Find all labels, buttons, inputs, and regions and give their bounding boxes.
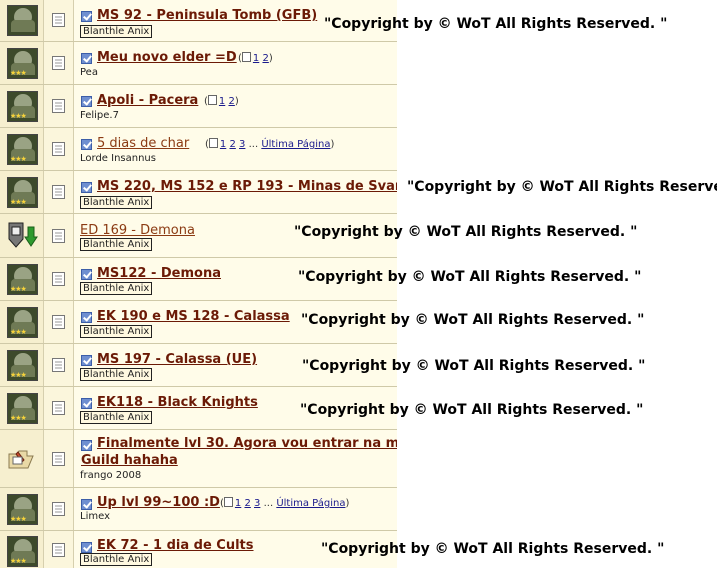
document-icon: [52, 452, 65, 466]
topic-author[interactable]: Felipe.7: [80, 110, 119, 122]
checkbox-icon[interactable]: [81, 355, 92, 366]
checkbox-icon[interactable]: [81, 440, 92, 451]
moved-topic-icon: [8, 222, 38, 248]
avatar-icon: ★★★: [7, 48, 38, 79]
page-links: (1 2): [238, 52, 273, 64]
topic-author[interactable]: Blanthle Anix: [80, 282, 153, 295]
topic-title[interactable]: 5 dias de char: [97, 136, 189, 152]
topic-title[interactable]: EK 72 - 1 dia de Cults: [97, 538, 254, 554]
topic-author[interactable]: Blanthle Anix: [80, 411, 153, 424]
topic-row: Finalmente lvl 30. Agora vou entrar na m…: [0, 430, 397, 488]
avatar-icon: ★★★: [7, 134, 38, 165]
topic-row: ★★★ Up lvl 99~100 :D (1 2 3 ... Última P…: [0, 488, 397, 531]
copyright-watermark: "Copyright by © WoT All Rights Reserved.…: [302, 358, 646, 374]
checkbox-icon[interactable]: [81, 269, 92, 280]
avatar-icon: ★★★: [7, 536, 38, 567]
topic-title[interactable]: MS 92 - Peninsula Tomb (GFB): [97, 8, 317, 24]
document-icon: [52, 229, 65, 243]
topic-author[interactable]: frango 2008: [80, 470, 141, 482]
document-icon: [52, 543, 65, 557]
pages-icon: [207, 95, 217, 105]
avatar-icon: ★★★: [7, 350, 38, 381]
checkbox-icon[interactable]: [81, 398, 92, 409]
page-link[interactable]: 2: [229, 139, 235, 150]
topic-row: ★★★ Apoli - Pacera (1 2) Felipe.7: [0, 85, 397, 128]
topic-author[interactable]: Blanthle Anix: [80, 238, 153, 251]
checkbox-icon[interactable]: [81, 96, 92, 107]
last-page-link[interactable]: Última Página: [276, 498, 345, 509]
avatar-icon: ★★★: [7, 264, 38, 295]
page-link[interactable]: 1: [253, 53, 259, 64]
document-icon: [52, 13, 65, 27]
topic-author[interactable]: Blanthle Anix: [80, 553, 153, 566]
page-link[interactable]: 1: [235, 498, 241, 509]
copyright-watermark: "Copyright by © WoT All Rights Reserved.…: [301, 312, 645, 328]
topic-author[interactable]: Blanthle Anix: [80, 325, 153, 338]
topic-title[interactable]: Apoli - Pacera: [97, 93, 198, 109]
checkbox-icon[interactable]: [81, 53, 92, 64]
copyright-watermark: "Copyright by © WoT All Rights Reserved.…: [294, 224, 638, 240]
topic-author[interactable]: Pea: [80, 67, 98, 79]
avatar-icon: [7, 5, 38, 36]
topic-title[interactable]: MS 220, MS 152 e RP 193 - Minas de Svarg…: [97, 179, 397, 195]
page-link[interactable]: 2: [244, 498, 250, 509]
page-links: (1 2 3 ... Última Página): [220, 497, 350, 509]
pages-icon: [223, 497, 233, 507]
copyright-watermark: "Copyright by © WoT All Rights Reserved.…: [407, 179, 717, 195]
last-page-link[interactable]: Última Página: [261, 139, 330, 150]
topic-title[interactable]: Finalmente lvl 30. Agora vou entrar na m…: [97, 436, 397, 452]
page-links: (1 2): [204, 95, 239, 107]
topic-title[interactable]: Meu novo elder =D: [97, 50, 237, 66]
pages-icon: [241, 52, 251, 62]
document-icon: [52, 315, 65, 329]
checkbox-icon[interactable]: [81, 182, 92, 193]
page-link[interactable]: 3: [254, 498, 260, 509]
topic-author[interactable]: Lorde Insannus: [80, 153, 156, 165]
topic-author[interactable]: Blanthle Anix: [80, 368, 153, 381]
topic-author[interactable]: Blanthle Anix: [80, 196, 153, 209]
checkbox-icon[interactable]: [81, 312, 92, 323]
topic-folder-icon: [8, 450, 34, 469]
page-link[interactable]: 1: [219, 96, 225, 107]
copyright-watermark: "Copyright by © WoT All Rights Reserved.…: [324, 16, 668, 32]
avatar-icon: ★★★: [7, 494, 38, 525]
checkbox-icon[interactable]: [81, 499, 92, 510]
topic-row: ★★★ Meu novo elder =D (1 2) Pea: [0, 42, 397, 85]
topic-author[interactable]: Blanthle Anix: [80, 25, 153, 38]
topic-title[interactable]: EK118 - Black Knights: [97, 395, 258, 411]
topic-title[interactable]: ED 169 - Demona: [80, 223, 195, 239]
avatar-icon: ★★★: [7, 91, 38, 122]
avatar-icon: ★★★: [7, 307, 38, 338]
topic-title[interactable]: MS122 - Demona: [97, 266, 221, 282]
topic-title-continued[interactable]: Guild hahaha: [81, 453, 178, 469]
pages-icon: [208, 138, 218, 148]
topic-title[interactable]: Up lvl 99~100 :D: [97, 495, 220, 511]
checkbox-icon[interactable]: [81, 139, 92, 150]
page-link[interactable]: 3: [239, 139, 245, 150]
topic-title[interactable]: EK 190 e MS 128 - Calassa: [97, 309, 290, 325]
document-icon: [52, 358, 65, 372]
checkbox-icon[interactable]: [81, 542, 92, 553]
topic-row: ★★★ MS 220, MS 152 e RP 193 - Minas de S…: [0, 171, 397, 214]
topic-title[interactable]: MS 197 - Calassa (UE): [97, 352, 257, 368]
document-icon: [52, 185, 65, 199]
document-icon: [52, 502, 65, 516]
topic-author[interactable]: Limex: [80, 511, 110, 523]
avatar-icon: ★★★: [7, 393, 38, 424]
copyright-watermark: "Copyright by © WoT All Rights Reserved.…: [300, 402, 644, 418]
document-icon: [52, 272, 65, 286]
document-icon: [52, 99, 65, 113]
topic-row: ★★★ 5 dias de char (1 2 3 ... Última Pág…: [0, 128, 397, 171]
checkbox-icon[interactable]: [81, 11, 92, 22]
copyright-watermark: "Copyright by © WoT All Rights Reserved.…: [298, 269, 642, 285]
document-icon: [52, 401, 65, 415]
document-icon: [52, 142, 65, 156]
copyright-watermark: "Copyright by © WoT All Rights Reserved.…: [321, 541, 665, 557]
avatar-icon: ★★★: [7, 177, 38, 208]
page-link[interactable]: 1: [220, 139, 226, 150]
page-links: (1 2 3 ... Última Página): [205, 138, 335, 150]
document-icon: [52, 56, 65, 70]
